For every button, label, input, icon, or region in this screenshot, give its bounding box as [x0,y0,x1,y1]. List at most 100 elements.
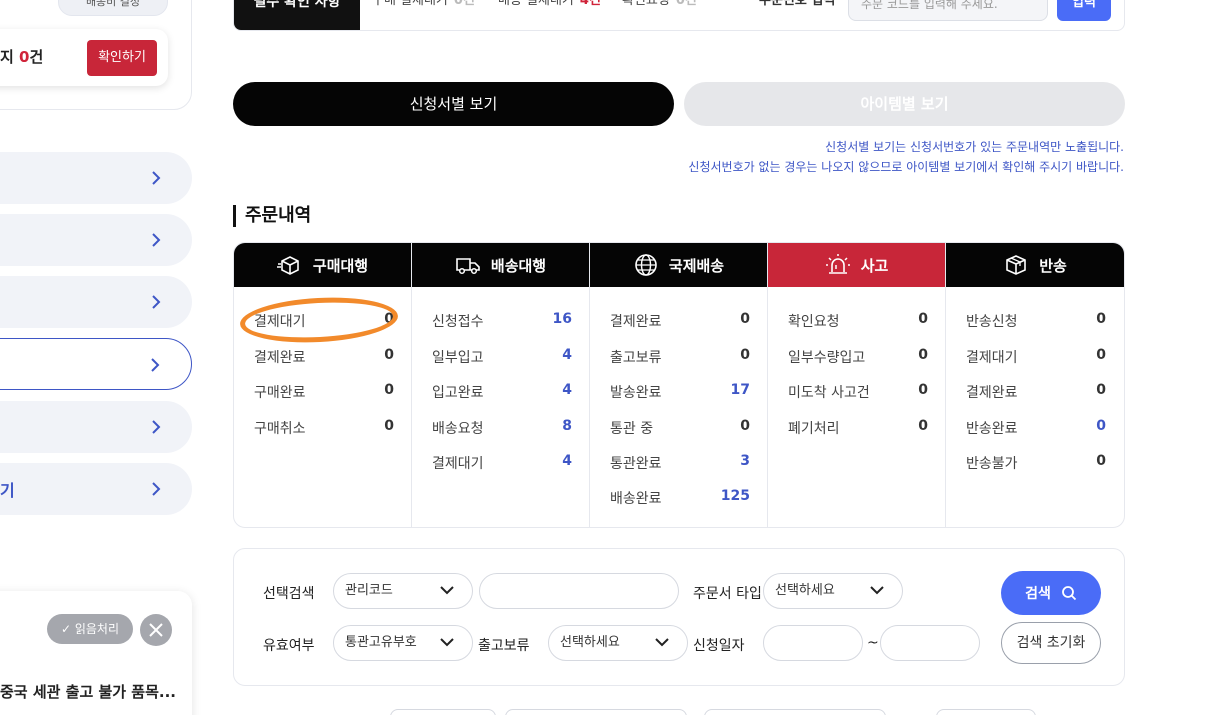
row-value: 17 [730,382,750,398]
status-row[interactable]: 결제완료 0 [610,311,750,331]
status-row[interactable]: 폐기처리 0 [788,418,928,438]
row-value: 0 [740,311,750,327]
date-to-input[interactable] [880,625,980,661]
search-button-label: 검색 [1025,586,1051,602]
status-row[interactable]: 반송신청 0 [966,311,1106,331]
column-title: 반송 [1039,256,1067,275]
status-row[interactable]: 결제완료 0 [966,382,1106,402]
row-label: 결제대기 [254,314,306,330]
column-title: 국제배송 [668,256,725,275]
status-label: 배송 결제대기 [498,0,574,8]
alert-count: 0 [19,48,30,66]
status-row[interactable]: 결제대기 0 [254,311,394,331]
bottom-control[interactable] [505,709,687,715]
order-type-dropdown[interactable]: 선택하세요 [763,573,903,609]
sidebar-menu-item-5[interactable] [0,401,192,453]
sidebar-menu-item-2[interactable] [0,214,192,266]
chevron-right-icon [152,482,161,496]
row-value: 0 [1096,311,1106,327]
close-notice-button[interactable] [140,614,172,646]
status-column-accident: 사고 확인요청 0 일부수량입고 0 미도착 사고건 0 폐기처리 0 [768,243,946,527]
status-purchase-payment[interactable]: 구매 결제대기 0건 [372,0,475,11]
status-row[interactable]: 통관 중 0 [610,418,750,438]
status-confirm-request[interactable]: 확인요청 0건 [622,0,697,11]
status-row[interactable]: 배송완료 125 [610,488,750,508]
chevron-down-icon [870,586,884,595]
status-row[interactable]: 확인요청 0 [788,311,928,331]
order-number-submit-button[interactable]: 입력 [1057,0,1111,21]
order-number-input[interactable]: 주문 코드를 입력해 주세요. [848,0,1048,21]
row-label: 결제대기 [432,456,484,472]
globe-icon [635,254,657,276]
reset-search-button[interactable]: 검색 초기화 [1001,622,1101,664]
row-value: 0 [918,382,928,398]
sidebar-menu-item-1[interactable] [0,152,192,204]
status-row[interactable]: 반송완료 0 [966,418,1106,438]
select-search-dropdown[interactable]: 관리코드 [333,573,473,609]
hold-label: 출고보류 [478,638,530,654]
notice-card: ✓ 읽음처리 중국 세관 출고 불가 품목... [0,591,192,715]
status-row[interactable]: 구매완료 0 [254,382,394,402]
status-row[interactable]: 출고보류 0 [610,347,750,367]
notice-title[interactable]: 중국 세관 출고 불가 품목... [0,681,176,702]
search-keyword-input[interactable] [479,573,679,609]
status-row[interactable]: 결제완료 0 [254,347,394,367]
status-row[interactable]: 미도착 사고건 0 [788,382,928,402]
view-by-application-button[interactable]: 신청서별 보기 [233,82,674,126]
sidebar-menu-label: 기 [0,481,15,500]
status-row[interactable]: 결제대기 0 [966,347,1106,367]
sidebar-alert-text: 지 0건 [0,46,43,67]
sidebar-menu-item-4[interactable] [0,338,192,390]
row-value: 0 [1096,453,1106,469]
row-label: 결제완료 [254,350,306,366]
status-row[interactable]: 신청접수 16 [432,311,572,331]
column-header: 반송 [946,243,1124,287]
date-from-input[interactable] [763,625,863,661]
return-box-icon [1006,255,1026,275]
status-row[interactable]: 통관완료 3 [610,453,750,473]
status-row[interactable]: 발송완료 17 [610,382,750,402]
chevron-right-icon [152,295,161,309]
check-icon: ✓ [60,622,75,636]
select-value: 선택하세요 [775,583,835,598]
row-label: 확인요청 [788,314,840,330]
row-value: 8 [562,418,572,434]
status-row[interactable]: 반송불가 0 [966,453,1106,473]
view-by-item-button[interactable]: 아이템별 보기 [684,82,1125,126]
status-shipping-payment[interactable]: 배송 결제대기 4건 [498,0,601,11]
row-label: 통관완료 [610,456,662,472]
row-value: 0 [1096,418,1106,434]
status-column-return: 반송 반송신청 0 결제대기 0 결제완료 0 반송완료 0 반송불가 0 [946,243,1124,527]
alert-prefix: 지 [0,48,20,66]
sidebar-top-pill[interactable]: 배송비 결정 [58,0,168,16]
row-label: 신청접수 [432,314,484,330]
confirm-button[interactable]: 확인하기 [87,40,157,76]
status-row[interactable]: 구매취소 0 [254,418,394,438]
chevron-down-icon [440,638,454,647]
status-row[interactable]: 결제대기 4 [432,453,572,473]
bottom-control[interactable] [704,709,886,715]
mark-read-button[interactable]: ✓ 읽음처리 [47,614,133,644]
bottom-control[interactable] [390,709,496,715]
sidebar-menu-item-3[interactable] [0,276,192,328]
valid-dropdown[interactable]: 통관고유부호 [333,625,473,661]
search-button[interactable]: 검색 [1001,571,1101,615]
search-panel: 선택검색 관리코드 주문서 타입 선택하세요 유효여부 통관고유부호 출고보류 … [233,548,1125,686]
close-icon [149,623,163,637]
status-row[interactable]: 일부수량입고 0 [788,347,928,367]
status-row[interactable]: 일부입고 4 [432,347,572,367]
row-value: 4 [562,453,572,469]
order-status-table: 구매대행 결제대기 0 결제완료 0 구매완료 0 구매취소 0 배송대행 신청접수 16… [233,242,1125,528]
valid-label: 유효여부 [263,638,315,654]
status-row[interactable]: 입고완료 4 [432,382,572,402]
row-value: 0 [1096,347,1106,363]
sidebar-menu-item-6[interactable]: 기 [0,463,192,515]
status-row[interactable]: 배송요청 8 [432,418,572,438]
hold-dropdown[interactable]: 선택하세요 [548,625,688,661]
row-label: 폐기처리 [788,421,840,437]
mark-read-label: 읽음처리 [74,622,120,636]
row-label: 결제완료 [610,314,662,330]
status-column-purchase: 구매대행 결제대기 0 결제완료 0 구매완료 0 구매취소 0 [234,243,412,527]
row-value: 16 [552,311,572,327]
bottom-control[interactable] [936,709,1036,715]
